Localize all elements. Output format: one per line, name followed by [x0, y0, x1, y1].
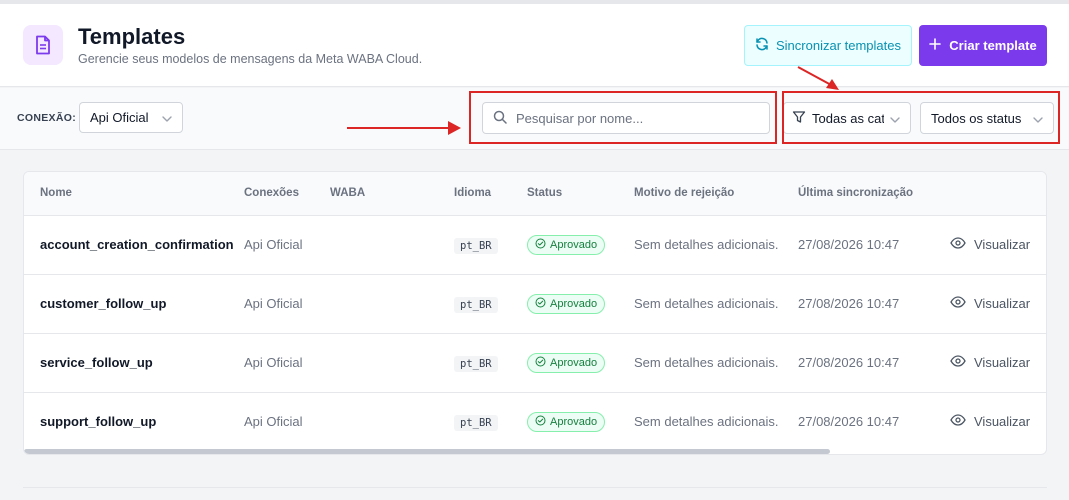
check-circle-icon	[535, 238, 546, 252]
template-name: support_follow_up	[40, 414, 157, 429]
last-sync: 27/08/2026 10:47	[798, 414, 900, 429]
check-circle-icon	[535, 297, 546, 311]
create-template-button[interactable]: Criar template	[919, 25, 1047, 66]
plus-icon	[929, 38, 942, 53]
chevron-down-icon	[162, 110, 172, 125]
template-language: pt_BR	[454, 297, 498, 313]
status-badge: Aprovado	[527, 294, 606, 314]
status-badge: Aprovado	[527, 353, 606, 373]
page-subtitle: Gerencie seus modelos de mensagens da Me…	[78, 52, 423, 66]
divider	[23, 487, 1047, 488]
status-badge-label: Aprovado	[550, 298, 598, 310]
template-language: pt_BR	[454, 415, 498, 431]
column-header-connections: Conexões	[244, 187, 299, 199]
view-button[interactable]: Visualizar	[950, 355, 1030, 370]
annotation-arrow-filters	[797, 66, 839, 90]
page-header: Templates Gerencie seus modelos de mensa…	[0, 4, 1069, 87]
templates-page: Templates Gerencie seus modelos de mensa…	[0, 0, 1069, 500]
eye-icon	[950, 237, 966, 252]
refresh-icon	[755, 37, 769, 54]
connection-select-value: Api Oficial	[90, 110, 149, 125]
template-name: customer_follow_up	[40, 296, 167, 311]
template-connection: Api Oficial	[244, 237, 303, 252]
template-connection: Api Oficial	[244, 296, 303, 311]
column-header-waba: WABA	[330, 187, 366, 199]
sync-templates-label: Sincronizar templates	[776, 38, 901, 53]
last-sync: 27/08/2026 10:47	[798, 355, 900, 370]
eye-icon	[950, 355, 966, 370]
eye-icon	[950, 414, 966, 429]
status-badge-label: Aprovado	[550, 239, 598, 251]
template-language: pt_BR	[454, 238, 498, 254]
annotation-box-search	[469, 91, 777, 144]
connection-select[interactable]: Api Oficial	[79, 102, 183, 133]
template-name: service_follow_up	[40, 355, 153, 370]
rejection-reason: Sem detalhes adicionais.	[634, 355, 779, 370]
connection-label: CONEXÃO:	[17, 112, 76, 124]
annotation-box-filters	[782, 91, 1060, 144]
view-button[interactable]: Visualizar	[950, 237, 1030, 252]
table-row: service_follow_up Api Oficial pt_BR Apro…	[24, 334, 1046, 393]
table-row: support_follow_up Api Oficial pt_BR Apro…	[24, 393, 1046, 452]
table-row: customer_follow_up Api Oficial pt_BR Apr…	[24, 275, 1046, 334]
column-header-name: Nome	[40, 187, 72, 199]
status-badge: Aprovado	[527, 235, 606, 255]
table-header: Nome Conexões WABA Idioma Status Motivo …	[24, 172, 1046, 216]
template-connection: Api Oficial	[244, 414, 303, 429]
template-language: pt_BR	[454, 356, 498, 372]
template-connection: Api Oficial	[244, 355, 303, 370]
column-header-status: Status	[527, 187, 563, 199]
rejection-reason: Sem detalhes adicionais.	[634, 237, 779, 252]
document-icon	[23, 25, 63, 65]
view-button-label: Visualizar	[974, 355, 1031, 370]
eye-icon	[950, 296, 966, 311]
page-title: Templates	[78, 24, 186, 49]
view-button[interactable]: Visualizar	[950, 414, 1030, 429]
column-header-last-sync: Última sincronização	[798, 187, 914, 199]
view-button[interactable]: Visualizar	[950, 296, 1030, 311]
sync-templates-button[interactable]: Sincronizar templates	[744, 25, 912, 66]
horizontal-scrollbar[interactable]	[24, 449, 830, 454]
annotation-arrow-search	[347, 127, 459, 129]
template-name: account_creation_confirmation	[40, 237, 234, 252]
check-circle-icon	[535, 415, 546, 429]
annotation-arrowhead-search	[448, 121, 461, 135]
create-template-label: Criar template	[949, 38, 1037, 53]
rejection-reason: Sem detalhes adicionais.	[634, 414, 779, 429]
check-circle-icon	[535, 356, 546, 370]
status-badge: Aprovado	[527, 412, 606, 432]
view-button-label: Visualizar	[974, 296, 1031, 311]
templates-table: Nome Conexões WABA Idioma Status Motivo …	[23, 171, 1047, 455]
last-sync: 27/08/2026 10:47	[798, 296, 900, 311]
column-header-rejection-reason: Motivo de rejeição	[634, 187, 735, 199]
table-row: account_creation_confirmation Api Oficia…	[24, 216, 1046, 275]
status-badge-label: Aprovado	[550, 357, 598, 369]
view-button-label: Visualizar	[974, 237, 1031, 252]
view-button-label: Visualizar	[974, 414, 1031, 429]
last-sync: 27/08/2026 10:47	[798, 237, 900, 252]
status-badge-label: Aprovado	[550, 416, 598, 428]
rejection-reason: Sem detalhes adicionais.	[634, 296, 779, 311]
column-header-language: Idioma	[454, 187, 492, 199]
